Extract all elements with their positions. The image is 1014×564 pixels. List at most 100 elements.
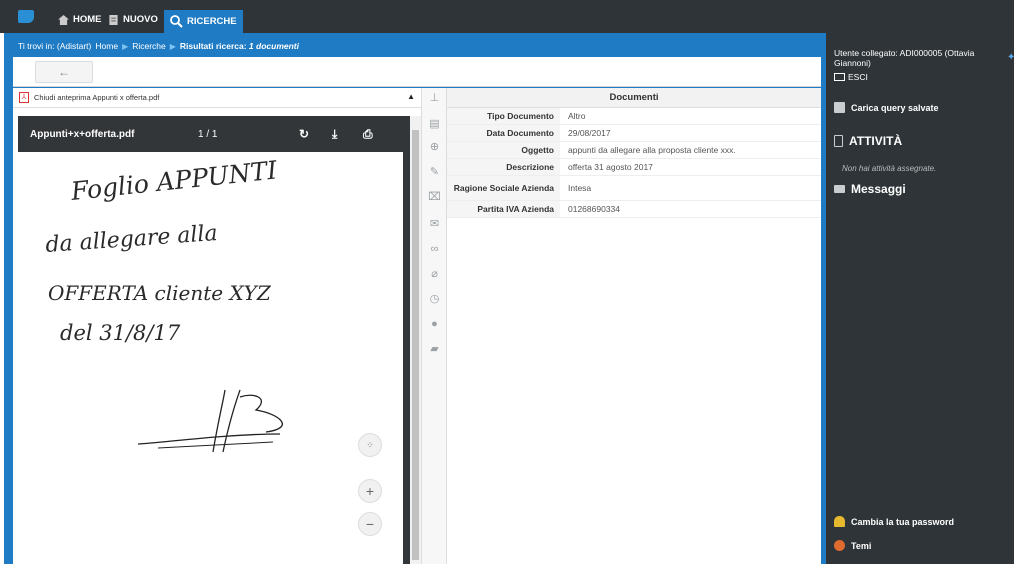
breadcrumb: Ti trovi in: (Adistart) Home ▶ Ricerche … <box>18 41 299 51</box>
home-icon <box>58 15 69 25</box>
print-icon[interactable]: ▤ <box>428 118 441 131</box>
activities-label: ATTIVITÀ <box>849 134 903 148</box>
handwritten-note: Foglio APPUNTI da allegare alla OFFERTA … <box>45 155 283 453</box>
history-icon[interactable]: ◷ <box>428 293 441 306</box>
fit-page-button[interactable]: ⁘ <box>358 433 382 457</box>
nav-home-tab[interactable]: HOME <box>58 11 102 29</box>
change-password-link[interactable]: Cambia la tua password <box>834 516 954 527</box>
detail-value: appunti da allegare alla proposta client… <box>568 145 736 155</box>
breadcrumb-current: Risultati ricerca: 1 documenti <box>179 41 299 51</box>
main-content: Ti trovi in: (Adistart) Home ▶ Ricerche … <box>4 33 826 564</box>
pdf-page-indicator: 1 / 1 <box>198 129 218 140</box>
details-header: Documenti <box>447 88 821 108</box>
logged-user: Utente collegato: ADI000005 (Ottavia Gia… <box>834 48 975 68</box>
load-saved-queries[interactable]: Carica query salvate <box>834 102 939 113</box>
pdf-filename: Appunti+x+offerta.pdf <box>30 129 135 140</box>
attachment-icon[interactable]: ⌀ <box>428 268 441 281</box>
nav-ricerche-label: RICERCHE <box>187 16 237 27</box>
detail-value: Altro <box>568 111 586 121</box>
handwriting-line-4: del 31/8/17 <box>60 321 181 345</box>
pin-icon[interactable]: ⊥ <box>428 92 441 105</box>
pin-sidebar-icon[interactable]: ✦ <box>1007 52 1014 63</box>
detail-row: Ragione Sociale Azienda Intesa <box>447 176 821 201</box>
change-password-label: Cambia la tua password <box>851 516 955 527</box>
palette-icon <box>834 540 845 551</box>
logout-button[interactable]: ESCI <box>834 72 868 82</box>
logout-label: ESCI <box>848 72 868 82</box>
breadcrumb-separator-icon: ▶ <box>169 41 176 51</box>
pdf-icon: ⅄ <box>19 92 29 103</box>
load-saved-queries-label: Carica query salvate <box>851 102 939 113</box>
breadcrumb-prefix: Ti trovi in: (Adistart) <box>18 41 92 51</box>
detail-value: offerta 31 agosto 2017 <box>568 162 653 172</box>
delete-icon[interactable]: ⌧ <box>428 191 441 204</box>
detail-row: Partita IVA Azienda 01268690334 <box>447 201 821 218</box>
nav-nuovo-label: NUOVO <box>123 14 158 25</box>
pdf-viewer-toolbar: Appunti+x+offerta.pdf 1 / 1 ↻ ⤓ ⎙ <box>18 116 410 152</box>
nav-nuovo-tab[interactable]: NUOVO <box>108 11 158 29</box>
themes-link[interactable]: Temi <box>834 540 871 551</box>
secure-edit-icon[interactable]: ▰ <box>428 343 441 356</box>
key-icon <box>834 516 845 527</box>
messages-heading[interactable]: Messaggi <box>834 182 906 196</box>
logout-icon <box>834 73 845 81</box>
pdf-viewer: Appunti+x+offerta.pdf 1 / 1 ↻ ⤓ ⎙ Foglio… <box>18 116 410 564</box>
themes-label: Temi <box>851 540 872 551</box>
detail-label: Ragione Sociale Azienda <box>447 176 560 200</box>
new-document-icon <box>109 15 118 25</box>
detail-row: Descrizione offerta 31 agosto 2017 <box>447 159 821 176</box>
pdf-page: Foglio APPUNTI da allegare alla OFFERTA … <box>18 152 403 564</box>
rotate-icon[interactable]: ↻ <box>299 127 309 141</box>
detail-label: Data Documento <box>447 125 560 141</box>
detail-value: 01268690334 <box>568 204 621 214</box>
no-activities-text: Non hai attività assegnate. <box>842 164 937 173</box>
zoom-out-button[interactable]: − <box>358 512 382 536</box>
zoom-in-button[interactable]: + <box>358 479 382 503</box>
search-icon <box>170 15 183 28</box>
breadcrumb-ricerche-link[interactable]: Ricerche <box>132 41 166 51</box>
download-icon[interactable]: ⤓ <box>332 127 337 142</box>
detail-row: Data Documento 29/08/2017 <box>447 125 821 142</box>
document-icon <box>834 135 843 147</box>
handwriting-line-1: Foglio APPUNTI <box>69 155 280 206</box>
comment-icon[interactable]: ● <box>428 318 441 331</box>
preview-scrollbar[interactable] <box>410 116 421 564</box>
email-icon[interactable]: ✉ <box>428 218 441 231</box>
print-icon[interactable]: ⎙ <box>363 127 373 142</box>
document-actions: ⊥ ▤ ⊕ ✎ ⌧ ✉ ∞ ⌀ ◷ ● ▰ <box>421 88 447 564</box>
close-preview-bar[interactable]: ⅄ Chiudi anteprima Appunti x offerta.pdf… <box>13 88 421 108</box>
breadcrumb-separator-icon: ▶ <box>122 41 129 51</box>
nav-ricerche-tab[interactable]: RICERCHE <box>164 10 243 33</box>
download-icon[interactable]: ⊕ <box>428 141 441 154</box>
detail-value: Intesa <box>568 183 592 193</box>
top-navigation-bar: HOME NUOVO RICERCHE <box>0 0 1014 33</box>
messages-label: Messaggi <box>851 182 906 196</box>
detail-value: 29/08/2017 <box>568 128 611 138</box>
nav-home-label: HOME <box>73 14 102 25</box>
back-arrow-icon: ← <box>58 65 70 79</box>
link-icon[interactable]: ∞ <box>428 243 441 256</box>
detail-label: Descrizione <box>447 159 560 175</box>
detail-row: Oggetto appunti da allegare alla propost… <box>447 142 821 159</box>
envelope-icon <box>834 185 845 193</box>
results-toolbar: ← <box>13 57 821 87</box>
collapse-up-icon[interactable]: ▲ <box>407 92 415 101</box>
close-preview-label[interactable]: Chiudi anteprima Appunti x offerta.pdf <box>34 93 159 102</box>
right-sidebar: Utente collegato: ADI000005 (Ottavia Gia… <box>826 33 1014 564</box>
document-details: Documenti Tipo Documento Altro Data Docu… <box>447 88 821 564</box>
app-logo-icon[interactable] <box>18 10 34 23</box>
detail-label: Oggetto <box>447 142 560 158</box>
detail-label: Tipo Documento <box>447 108 560 124</box>
folder-icon <box>834 102 845 113</box>
activities-heading[interactable]: ATTIVITÀ <box>834 134 902 148</box>
back-button[interactable]: ← <box>35 61 93 83</box>
handwriting-line-2: da allegare alla <box>45 221 219 258</box>
edit-icon[interactable]: ✎ <box>428 166 441 179</box>
detail-label: Partita IVA Azienda <box>447 201 560 217</box>
result-count: 1 documenti <box>248 41 299 51</box>
detail-row: Tipo Documento Altro <box>447 108 821 125</box>
scrollbar-thumb[interactable] <box>412 130 419 560</box>
handwriting-line-3: OFFERTA cliente XYZ <box>48 281 272 305</box>
preview-panel: ⅄ Chiudi anteprima Appunti x offerta.pdf… <box>13 88 421 564</box>
breadcrumb-home-link[interactable]: Home <box>95 41 118 51</box>
